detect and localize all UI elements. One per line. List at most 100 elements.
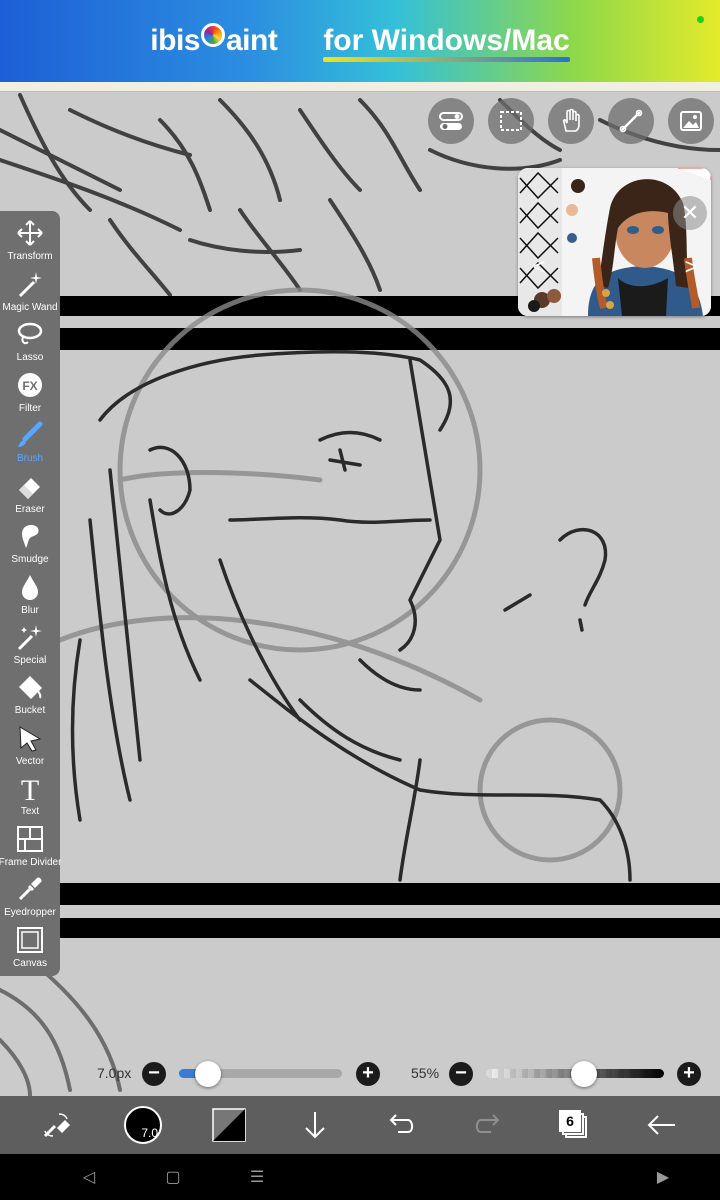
reference-image: [518, 168, 711, 316]
ad-divider: [0, 82, 720, 92]
tool-palette: Transform Magic Wand Lasso FX Filter Bru…: [0, 211, 62, 976]
plus-icon: +: [362, 1062, 374, 1084]
color-button[interactable]: [199, 1096, 259, 1154]
tool-eyedropper[interactable]: Eyedropper: [0, 873, 60, 923]
tool-label: Filter: [18, 403, 42, 414]
brush-size-decrease-button[interactable]: −: [142, 1062, 166, 1086]
eraser-icon: [15, 470, 45, 502]
arrow-down-icon: [305, 1112, 325, 1139]
svg-text:T: T: [21, 774, 39, 802]
ad-banner[interactable]: ibis aint for Windows/Mac: [0, 0, 720, 82]
tool-label: Transform: [7, 251, 53, 262]
tool-vector[interactable]: Vector: [0, 722, 60, 772]
undo-button[interactable]: [371, 1096, 431, 1154]
app-screen: ibis aint for Windows/Mac ✕ < > Transfor…: [0, 0, 720, 1200]
tool-eraser[interactable]: Eraser: [0, 470, 60, 520]
move-icon: [15, 217, 45, 249]
tool-label: Special: [13, 655, 47, 666]
tool-text[interactable]: T Text: [0, 772, 60, 822]
nav-menu-button[interactable]: ☰: [232, 1154, 282, 1200]
arrow-left-icon: [647, 1115, 675, 1135]
tool-bucket[interactable]: Bucket: [0, 671, 60, 721]
tool-smudge[interactable]: Smudge: [0, 520, 60, 570]
reference-next-button[interactable]: >: [674, 250, 708, 284]
tool-transform[interactable]: Transform: [0, 217, 60, 267]
chevron-right-icon: >: [684, 254, 698, 279]
nav-home-button[interactable]: ▢: [148, 1154, 198, 1200]
tool-label: Blur: [21, 605, 39, 616]
sparkle-icon: [15, 621, 45, 653]
tool-label: Brush: [16, 453, 44, 464]
reference-prev-button[interactable]: <: [522, 250, 556, 284]
reference-window[interactable]: ✕ < >: [518, 168, 711, 316]
opacity-value: 55%: [411, 1065, 440, 1081]
lasso-icon: [15, 318, 45, 350]
tool-blur[interactable]: Blur: [0, 571, 60, 621]
brand-logo: ibis aint: [150, 23, 278, 58]
smudge-icon: [15, 520, 45, 552]
download-button[interactable]: [285, 1096, 345, 1154]
triangle-right-icon: ▶: [656, 1169, 670, 1186]
redo-icon: [475, 1114, 500, 1133]
undo-icon: [389, 1114, 414, 1133]
brand-left-text: ibis: [150, 24, 200, 57]
brush-preview: 7.0: [124, 1106, 162, 1144]
layers-icon: 6: [559, 1110, 589, 1140]
layers-button[interactable]: 6: [544, 1096, 604, 1154]
reference-image-button[interactable]: [668, 98, 714, 144]
ad-tagline: for Windows/Mac: [323, 24, 571, 62]
selection-button[interactable]: [488, 98, 534, 144]
color-swatch-icon: [212, 1108, 246, 1142]
tool-special[interactable]: Special: [0, 621, 60, 671]
plus-icon: +: [683, 1062, 695, 1084]
tool-label: Bucket: [14, 705, 46, 716]
brand-right-text: aint: [225, 24, 278, 57]
brush-icon: [15, 419, 45, 451]
image-icon: [680, 111, 702, 131]
svg-text:FX: FX: [22, 379, 37, 393]
eyedropper-icon: [15, 873, 45, 905]
brush-size-label: 7.0: [141, 1126, 158, 1140]
bucket-icon: [15, 671, 45, 703]
redo-button[interactable]: [458, 1096, 518, 1154]
layer-toggle-button[interactable]: [428, 98, 474, 144]
tool-magic-wand[interactable]: Magic Wand: [0, 268, 60, 318]
menu-icon: ☰: [249, 1169, 265, 1186]
brush-size-slider-handle[interactable]: [195, 1061, 222, 1087]
chevron-left-icon: <: [532, 254, 546, 279]
tool-frame-divider[interactable]: Frame Divider: [0, 823, 62, 873]
opacity-slider-handle[interactable]: [570, 1061, 597, 1087]
brush-sliders: 7.0px − + 55% − +: [0, 1056, 720, 1092]
fx-icon: FX: [15, 369, 45, 401]
opacity-increase-button[interactable]: +: [677, 1062, 701, 1086]
top-tools: [428, 98, 714, 144]
ruler-icon: [619, 109, 643, 133]
tool-filter[interactable]: FX Filter: [0, 369, 60, 419]
tool-label: Canvas: [13, 958, 47, 969]
brush-eraser-swap-icon: [43, 1113, 70, 1138]
ruler-button[interactable]: [608, 98, 654, 144]
reference-close-button[interactable]: ✕: [673, 196, 707, 230]
tool-label: Eyedropper: [4, 907, 56, 918]
hand-button[interactable]: [548, 98, 594, 144]
cursor-icon: [15, 722, 45, 754]
tool-canvas[interactable]: Canvas: [0, 924, 60, 974]
minus-icon: −: [455, 1062, 467, 1084]
brush-size-increase-button[interactable]: +: [356, 1062, 380, 1086]
layer-count: 6: [559, 1110, 581, 1132]
nav-back-button[interactable]: ◁: [64, 1154, 114, 1200]
minus-icon: −: [148, 1062, 160, 1084]
tool-label: Frame Divider: [0, 857, 62, 868]
brush-size-value: 7.0px: [97, 1065, 132, 1081]
opacity-decrease-button[interactable]: −: [449, 1062, 473, 1086]
tool-brush[interactable]: Brush: [0, 419, 60, 469]
back-button[interactable]: [632, 1096, 692, 1154]
brush-eraser-swap-button[interactable]: [26, 1096, 86, 1154]
tool-label: Eraser: [15, 504, 45, 515]
tool-label: Lasso: [16, 352, 44, 363]
status-dot: [697, 16, 704, 23]
bottom-toolbar: 7.0 6: [0, 1096, 720, 1154]
nav-forward-button[interactable]: ▶: [638, 1154, 688, 1200]
tool-lasso[interactable]: Lasso: [0, 318, 60, 368]
brush-size-button[interactable]: 7.0: [113, 1096, 173, 1154]
